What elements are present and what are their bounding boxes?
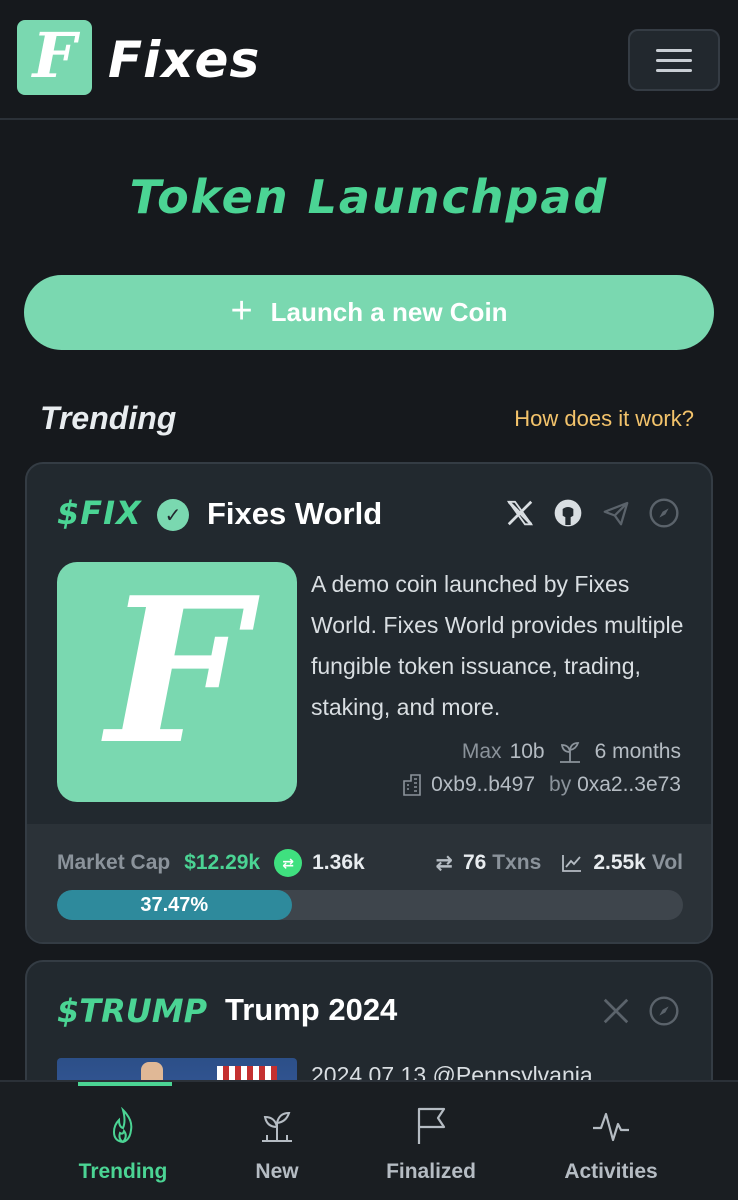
flag-icon [409,1104,453,1148]
plus-icon: + [230,289,253,332]
logo-letter: F [32,18,77,92]
nav-activities[interactable]: Activities [536,1104,686,1184]
progress-fill: 37.47% [57,890,292,920]
activity-icon [589,1104,633,1148]
nav-label: New [255,1160,299,1183]
coin-logo-letter: F [106,554,248,789]
coin-name: Trump 2024 [225,992,398,1027]
swap-icon: ⇄ [435,851,453,875]
sprout-icon [557,740,583,764]
x-icon[interactable] [503,496,537,530]
nav-label: Trending [78,1160,168,1183]
compass-icon[interactable] [647,496,681,530]
brand-name[interactable]: Fixes [108,28,260,92]
coin-card[interactable]: $FIX ✓ Fixes World F A demo coin launche… [25,462,713,944]
coin-name: Fixes World [207,496,383,531]
coin-stats: Market Cap $12.29k ⇄ 1.36k ⇄ 76 Txns 2.5… [27,824,711,942]
social-links [599,994,681,1028]
nav-label: Activities [564,1160,658,1183]
txns-label: Txns [492,851,542,874]
social-links [503,496,681,530]
how-does-it-work-link[interactable]: How does it work? [514,406,694,432]
top-bar: F Fixes [0,0,738,120]
duration-value: 6 months [594,740,681,763]
flame-icon [101,1104,145,1148]
coin-ticker: $FIX [57,494,142,532]
volume-label: Vol [651,851,683,874]
max-value: 10b [509,740,545,763]
nav-finalized[interactable]: Finalized [356,1104,506,1184]
section-title-trending: Trending [40,400,177,436]
building-icon [401,773,423,797]
sprout-icon [255,1104,299,1148]
hamburger-icon [656,48,692,52]
max-label: Max [461,740,502,763]
x-icon[interactable] [599,994,633,1028]
creator-address[interactable]: 0xa2..3e73 [577,773,681,796]
menu-button[interactable] [628,29,720,91]
compass-icon[interactable] [647,994,681,1028]
contract-address[interactable]: 0xb9..b497 [431,773,535,797]
verified-badge-icon: ✓ [157,499,189,531]
flow-token-icon: ⇄ [274,849,303,877]
launch-coin-label: Launch a new Coin [270,297,508,327]
launch-coin-button[interactable]: + Launch a new Coin [24,275,714,350]
by-label: by [549,773,572,796]
flow-value: 1.36k [312,851,365,874]
bonding-progress-bar: 37.47% [57,890,683,920]
bottom-nav: Trending New Finalized Activities [0,1080,738,1200]
coin-contract-info: 0xb9..b497 by 0xa2..3e73 [401,773,681,797]
nav-new[interactable]: New [202,1104,352,1184]
txns-value: 76 [462,851,487,874]
coin-logo[interactable]: F [57,562,297,802]
market-cap-value: $12.29k [184,851,261,874]
app-logo[interactable]: F [17,20,92,95]
coin-ticker: $TRUMP [57,992,208,1030]
volume-value: 2.55k [593,851,646,874]
coin-supply-info: Max 10b 6 months [462,740,681,764]
page-title: Token Launchpad [129,170,609,224]
market-cap-label: Market Cap [57,851,171,874]
telegram-icon[interactable] [599,496,633,530]
nav-label: Finalized [386,1160,476,1183]
coin-description: A demo coin launched by Fixes World. Fix… [311,571,684,720]
chart-icon [561,853,583,873]
github-icon[interactable] [551,496,585,530]
active-tab-indicator [78,1082,172,1086]
nav-trending[interactable]: Trending [48,1104,198,1184]
